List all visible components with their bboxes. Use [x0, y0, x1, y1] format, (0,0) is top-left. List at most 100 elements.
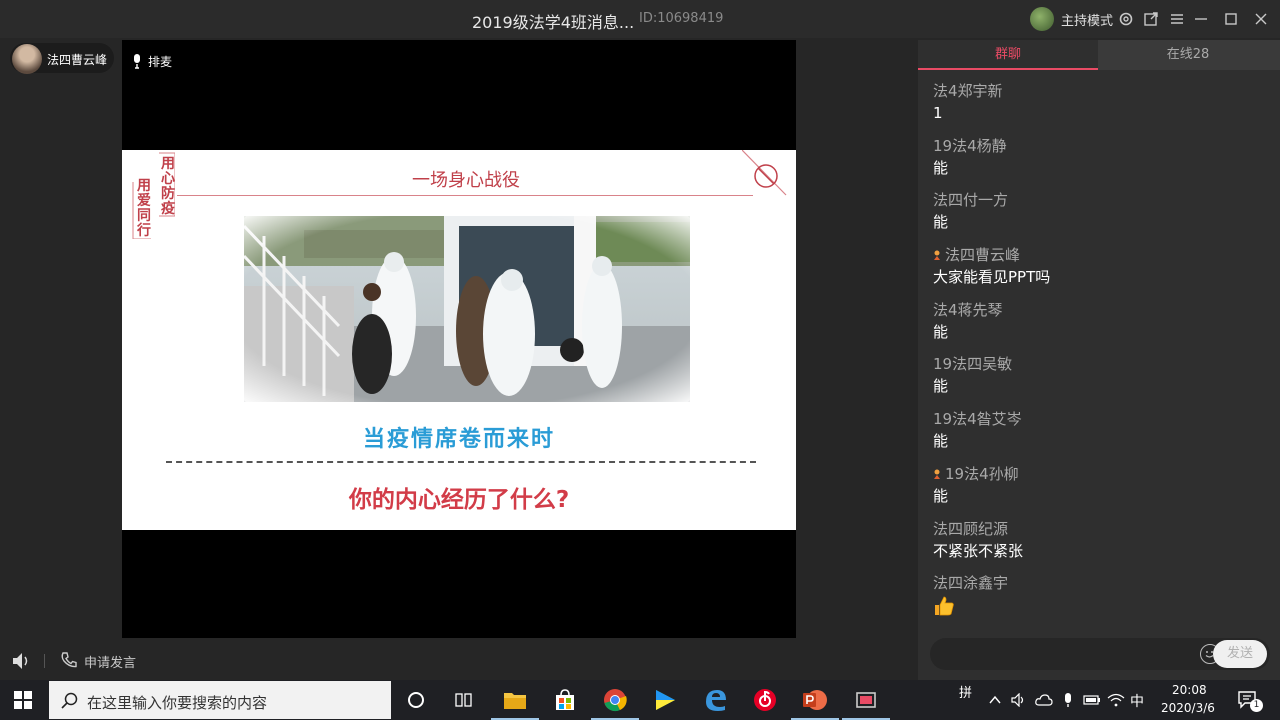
- control-divider: [44, 654, 45, 668]
- chrome-icon[interactable]: [591, 686, 639, 720]
- pop-out-icon[interactable]: [1140, 8, 1162, 30]
- windows-start-icon[interactable]: [14, 691, 32, 709]
- microsoft-store-icon[interactable]: [551, 686, 579, 714]
- message-sender: 法4蒋先琴: [933, 300, 1003, 319]
- chat-message: 法4蒋先琴 能: [933, 299, 1263, 354]
- app-window: 2019级法学4班消息... ID:10698419 主持模式 法四曹云峰 排麦: [0, 0, 1280, 680]
- message-text: 能: [933, 322, 949, 341]
- message-text: 不紧张不紧张: [933, 541, 1024, 560]
- window-title: 2019级法学4班消息...: [472, 13, 635, 32]
- message-text: 能: [933, 432, 949, 451]
- speaker-volume-icon[interactable]: [12, 652, 32, 670]
- maximize-icon[interactable]: [1220, 8, 1242, 30]
- speaker-name: 法四曹云峰: [47, 53, 108, 67]
- stamp-char: 心: [161, 171, 175, 187]
- message-text: 能: [933, 213, 949, 232]
- clock-date[interactable]: 2020/3/6: [1161, 701, 1215, 715]
- chat-message: 19法四吴敏 能: [933, 353, 1263, 408]
- current-speaker[interactable]: 法四曹云峰: [10, 43, 114, 74]
- message-sender: 法4郑宇新: [933, 82, 1003, 100]
- bottom-controls: 申请发言: [0, 642, 918, 680]
- powerpoint-icon[interactable]: [791, 686, 839, 720]
- search-icon: [61, 692, 78, 709]
- message-sender: 19法4杨静: [933, 136, 1007, 155]
- task-view-icon[interactable]: [450, 686, 478, 714]
- clock-time[interactable]: 20:08: [1172, 683, 1207, 697]
- thumbs-up-icon: [935, 596, 954, 616]
- gear-icon[interactable]: [1115, 8, 1137, 30]
- chat-message: 法4郑宇新 1: [933, 80, 1263, 135]
- chat-message-list: 法4郑宇新 1 19法4杨静 能 法四付一方 能 法四曹云峰 大家能看见PPT吗…: [933, 80, 1263, 627]
- apply-speak-button[interactable]: 申请发言: [84, 652, 136, 671]
- wifi-icon[interactable]: [1103, 686, 1129, 714]
- message-sender: 19法4孙柳: [933, 463, 1263, 485]
- phone-icon[interactable]: [60, 651, 78, 669]
- host-avatar[interactable]: [1030, 7, 1054, 31]
- chat-message: 19法4昝艾岑 能: [933, 408, 1263, 463]
- host-badge-icon: [934, 250, 940, 261]
- cloud-icon[interactable]: [1031, 686, 1057, 714]
- notification-count: 1: [1250, 699, 1263, 712]
- ime-language-indicator[interactable]: 中: [1130, 691, 1144, 711]
- battery-icon[interactable]: [1079, 686, 1105, 714]
- mic-queue-button[interactable]: 排麦: [132, 52, 172, 70]
- message-text: 能: [933, 486, 949, 505]
- search-placeholder: 在这里输入你要搜索的内容: [87, 694, 268, 712]
- message-text: 1: [933, 104, 943, 122]
- chat-message: 19法4杨静 能: [933, 135, 1263, 190]
- slide-headline: 当疫情席卷而来时: [362, 427, 555, 452]
- slide-question: 你的内心经历了什么?: [348, 487, 570, 513]
- close-icon[interactable]: [1250, 8, 1272, 30]
- ime-mode-indicator[interactable]: 拼: [959, 682, 972, 701]
- ambulance-photo: [244, 216, 690, 402]
- slide-title: 一场身心战役: [412, 170, 520, 191]
- message-text: [933, 594, 1263, 616]
- stamp-char: 同: [137, 208, 151, 224]
- host-badge-icon: [934, 469, 940, 479]
- message-sender: 19法四吴敏: [933, 355, 1013, 374]
- speaker-avatar: [12, 44, 42, 74]
- message-text: 大家能看见PPT吗: [933, 268, 1051, 287]
- notification-icon[interactable]: 1: [1234, 686, 1263, 714]
- message-text: 能: [933, 377, 949, 396]
- stamp-char: 用: [161, 156, 175, 172]
- message-sender: 法四付一方: [933, 191, 1009, 210]
- room-id: ID:10698419: [639, 11, 724, 26]
- message-sender: 法四曹云峰: [933, 244, 1263, 266]
- meeting-app-icon[interactable]: [842, 686, 890, 720]
- chat-message: 法四曹云峰 大家能看见PPT吗: [933, 244, 1263, 299]
- stamp-char: 防: [161, 185, 175, 202]
- mic-queue-label: 排麦: [148, 54, 173, 69]
- edge-icon[interactable]: [702, 686, 730, 714]
- chat-message: 法四顾纪源 不紧张不紧张: [933, 518, 1263, 573]
- message-sender: 19法4昝艾岑: [933, 410, 1022, 429]
- minimize-icon[interactable]: [1190, 8, 1212, 30]
- message-sender: 法四顾纪源: [933, 519, 1009, 538]
- file-explorer-icon[interactable]: [491, 686, 539, 720]
- microphone-icon: [134, 54, 140, 69]
- chat-message: 19法4孙柳 能: [933, 463, 1263, 518]
- tab-online-members[interactable]: 在线28: [1098, 40, 1278, 70]
- chat-panel: 群聊 在线28 法4郑宇新 1 19法4杨静 能 法四付一方 能 法四曹云峰 大…: [918, 40, 1280, 680]
- slide-stamp: 用 心 防 疫 用 爱 同 行: [132, 152, 175, 239]
- message-sender: 法四涂鑫宇: [933, 574, 1009, 593]
- microphone-tray-icon[interactable]: [1055, 686, 1081, 714]
- no-virus-icon: [742, 150, 787, 196]
- send-button[interactable]: 发送: [1213, 640, 1267, 668]
- message-text: 能: [933, 158, 949, 177]
- windows-taskbar: 在这里输入你要搜索的内容 拼 中 20:08 2020/3/6 1: [0, 680, 1280, 720]
- menu-icon[interactable]: [1166, 8, 1188, 30]
- tab-group-chat[interactable]: 群聊: [918, 40, 1098, 70]
- taskbar-search[interactable]: 在这里输入你要搜索的内容: [49, 681, 391, 719]
- cortana-icon[interactable]: [402, 686, 430, 714]
- media-player-icon[interactable]: [651, 686, 679, 714]
- chat-tabs: 群聊 在线28: [918, 40, 1280, 70]
- chat-input-bar[interactable]: 发送: [930, 638, 1270, 670]
- stamp-char: 疫: [161, 200, 175, 217]
- host-mode-label[interactable]: 主持模式: [1061, 10, 1113, 29]
- dashed-divider: [166, 461, 756, 463]
- chevron-up-icon[interactable]: [982, 686, 1008, 714]
- chat-message: 法四涂鑫宇: [933, 572, 1263, 627]
- netease-music-icon[interactable]: [751, 686, 779, 714]
- volume-icon[interactable]: [1006, 686, 1032, 714]
